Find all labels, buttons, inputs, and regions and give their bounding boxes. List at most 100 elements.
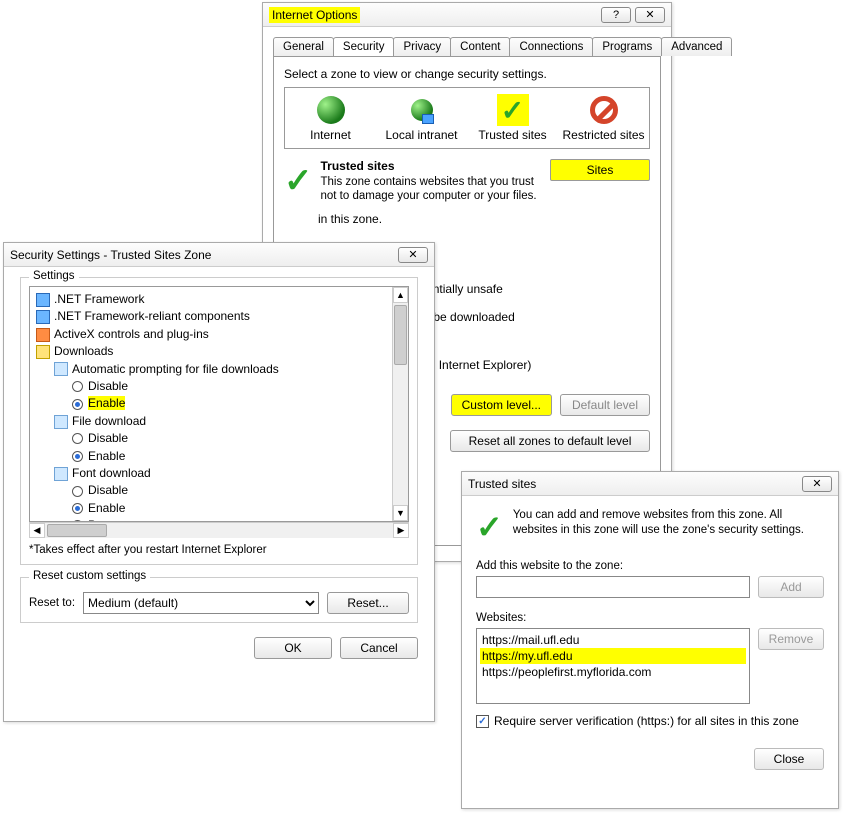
tree-item-label: .NET Framework-reliant components — [54, 309, 250, 323]
tab-content[interactable]: Content — [450, 37, 510, 56]
zone-internet-label: Internet — [287, 128, 374, 142]
scroll-right-icon[interactable]: ▶ — [393, 523, 409, 538]
prompt-radio[interactable]: Prompt — [36, 517, 388, 521]
vertical-scrollbar[interactable]: ▲ ▼ — [392, 287, 408, 521]
horizontal-scrollbar[interactable]: ◀ ▶ — [29, 522, 409, 538]
enable-radio[interactable]: Enable — [36, 500, 388, 517]
tree-item-label: File download — [72, 414, 146, 428]
reset-to-label: Reset to: — [29, 597, 75, 609]
hscroll-thumb[interactable] — [47, 524, 107, 537]
tab-general[interactable]: General — [273, 37, 334, 56]
zone-local-intranet[interactable]: Local intranet — [376, 88, 467, 148]
fx-icon — [36, 328, 50, 342]
cancel-button[interactable]: Cancel — [340, 637, 418, 659]
tree-item-label: Automatic prompting for file downloads — [72, 362, 279, 376]
website-item[interactable]: https://my.ufl.edu — [480, 648, 746, 664]
zone-trusted-label: Trusted sites — [469, 128, 556, 142]
website-item[interactable]: https://peoplefirst.myflorida.com — [480, 664, 746, 680]
internet-options-titlebar: Internet Options ? ✕ — [263, 3, 671, 27]
sites-button[interactable]: Sites — [550, 159, 650, 181]
reset-custom-legend: Reset custom settings — [29, 570, 150, 582]
ok-button[interactable]: OK — [254, 637, 332, 659]
intranet-icon — [406, 94, 438, 126]
tree-item[interactable]: Automatic prompting for file downloads — [36, 361, 388, 378]
security-settings-window: Security Settings - Trusted Sites Zone ✕… — [3, 242, 435, 722]
radio-icon[interactable] — [72, 381, 83, 392]
dl-icon — [36, 345, 50, 359]
radio-icon[interactable] — [72, 433, 83, 444]
help-button[interactable]: ? — [601, 7, 631, 23]
zone-instruction: Select a zone to view or change security… — [284, 67, 650, 81]
tree-item[interactable]: ActiveX controls and plug-ins — [36, 326, 388, 343]
internet-options-title: Internet Options — [269, 7, 360, 23]
zone-restricted-sites[interactable]: Restricted sites — [558, 88, 649, 148]
require-https-label: Require server verification (https:) for… — [494, 714, 799, 728]
reset-zones-button[interactable]: Reset all zones to default level — [450, 430, 650, 452]
tree-item-label: Enable — [88, 396, 125, 410]
reset-button[interactable]: Reset... — [327, 592, 409, 614]
websites-listbox[interactable]: https://mail.ufl.eduhttps://my.ufl.eduht… — [476, 628, 750, 704]
tab-connections[interactable]: Connections — [509, 37, 593, 56]
file-icon — [54, 362, 68, 376]
zone-description: ✓ Trusted sites This zone contains websi… — [284, 159, 650, 204]
tree-item[interactable]: File download — [36, 413, 388, 430]
scroll-left-icon[interactable]: ◀ — [29, 523, 45, 538]
scroll-thumb[interactable] — [394, 305, 407, 365]
websites-label: Websites: — [476, 612, 526, 624]
radio-icon[interactable] — [72, 486, 83, 497]
tree-item[interactable]: .NET Framework — [36, 291, 388, 308]
zone-trusted-sites[interactable]: ✓ Trusted sites — [467, 88, 558, 148]
tree-item-label: Disable — [88, 431, 128, 445]
zone-heading: Trusted sites — [321, 159, 543, 173]
tab-security[interactable]: Security — [333, 37, 395, 56]
scroll-up-icon[interactable]: ▲ — [393, 287, 408, 303]
file-icon — [54, 415, 68, 429]
net-icon — [36, 310, 50, 324]
radio-icon[interactable] — [72, 399, 83, 410]
tree-item-label: Enable — [88, 449, 125, 463]
reset-to-select[interactable]: Medium (default) — [83, 592, 319, 614]
disable-radio[interactable]: Disable — [36, 378, 388, 395]
tree-item-label: ActiveX controls and plug-ins — [54, 327, 209, 341]
settings-tree[interactable]: .NET Framework .NET Framework-reliant com… — [30, 287, 392, 521]
internet-options-tabs: General Security Privacy Content Connect… — [263, 27, 671, 56]
settings-group: Settings .NET Framework.NET Framework-re… — [20, 277, 418, 565]
default-level-button[interactable]: Default level — [560, 394, 650, 416]
disable-radio[interactable]: Disable — [36, 430, 388, 447]
radio-icon[interactable] — [72, 451, 83, 462]
tree-item-label: .NET Framework — [54, 292, 144, 306]
close-icon[interactable]: ✕ — [802, 476, 832, 492]
require-https-checkbox[interactable] — [476, 715, 489, 728]
custom-level-button[interactable]: Custom level... — [451, 394, 552, 416]
tree-item[interactable]: Downloads — [36, 343, 388, 360]
zone-text: This zone contains websites that you tru… — [321, 175, 543, 204]
close-button[interactable]: Close — [754, 748, 824, 770]
website-item[interactable]: https://mail.ufl.edu — [480, 632, 746, 648]
close-icon[interactable]: ✕ — [635, 7, 665, 23]
security-settings-titlebar: Security Settings - Trusted Sites Zone ✕ — [4, 243, 434, 267]
add-button[interactable]: Add — [758, 576, 824, 598]
tab-programs[interactable]: Programs — [592, 37, 662, 56]
trusted-sites-titlebar: Trusted sites ✕ — [462, 472, 838, 496]
tab-advanced[interactable]: Advanced — [661, 37, 732, 56]
check-icon: ✓ — [497, 94, 529, 126]
enable-radio[interactable]: Enable — [36, 448, 388, 465]
security-settings-title: Security Settings - Trusted Sites Zone — [10, 248, 398, 262]
scroll-down-icon[interactable]: ▼ — [393, 505, 408, 521]
enable-radio[interactable]: Enable — [36, 395, 388, 412]
add-website-label: Add this website to the zone: — [476, 560, 623, 572]
tree-item[interactable]: Font download — [36, 465, 388, 482]
radio-icon[interactable] — [72, 520, 83, 521]
disable-radio[interactable]: Disable — [36, 482, 388, 499]
tree-item-label: Disable — [88, 483, 128, 497]
close-icon[interactable]: ✕ — [398, 247, 428, 263]
tree-item-label: Disable — [88, 379, 128, 393]
remove-button[interactable]: Remove — [758, 628, 824, 650]
zone-intranet-label: Local intranet — [378, 128, 465, 142]
radio-icon[interactable] — [72, 503, 83, 514]
no-sign-icon — [588, 94, 620, 126]
tab-privacy[interactable]: Privacy — [393, 37, 451, 56]
tree-item[interactable]: .NET Framework-reliant components — [36, 308, 388, 325]
zone-internet[interactable]: Internet — [285, 88, 376, 148]
add-website-input[interactable] — [476, 576, 750, 598]
